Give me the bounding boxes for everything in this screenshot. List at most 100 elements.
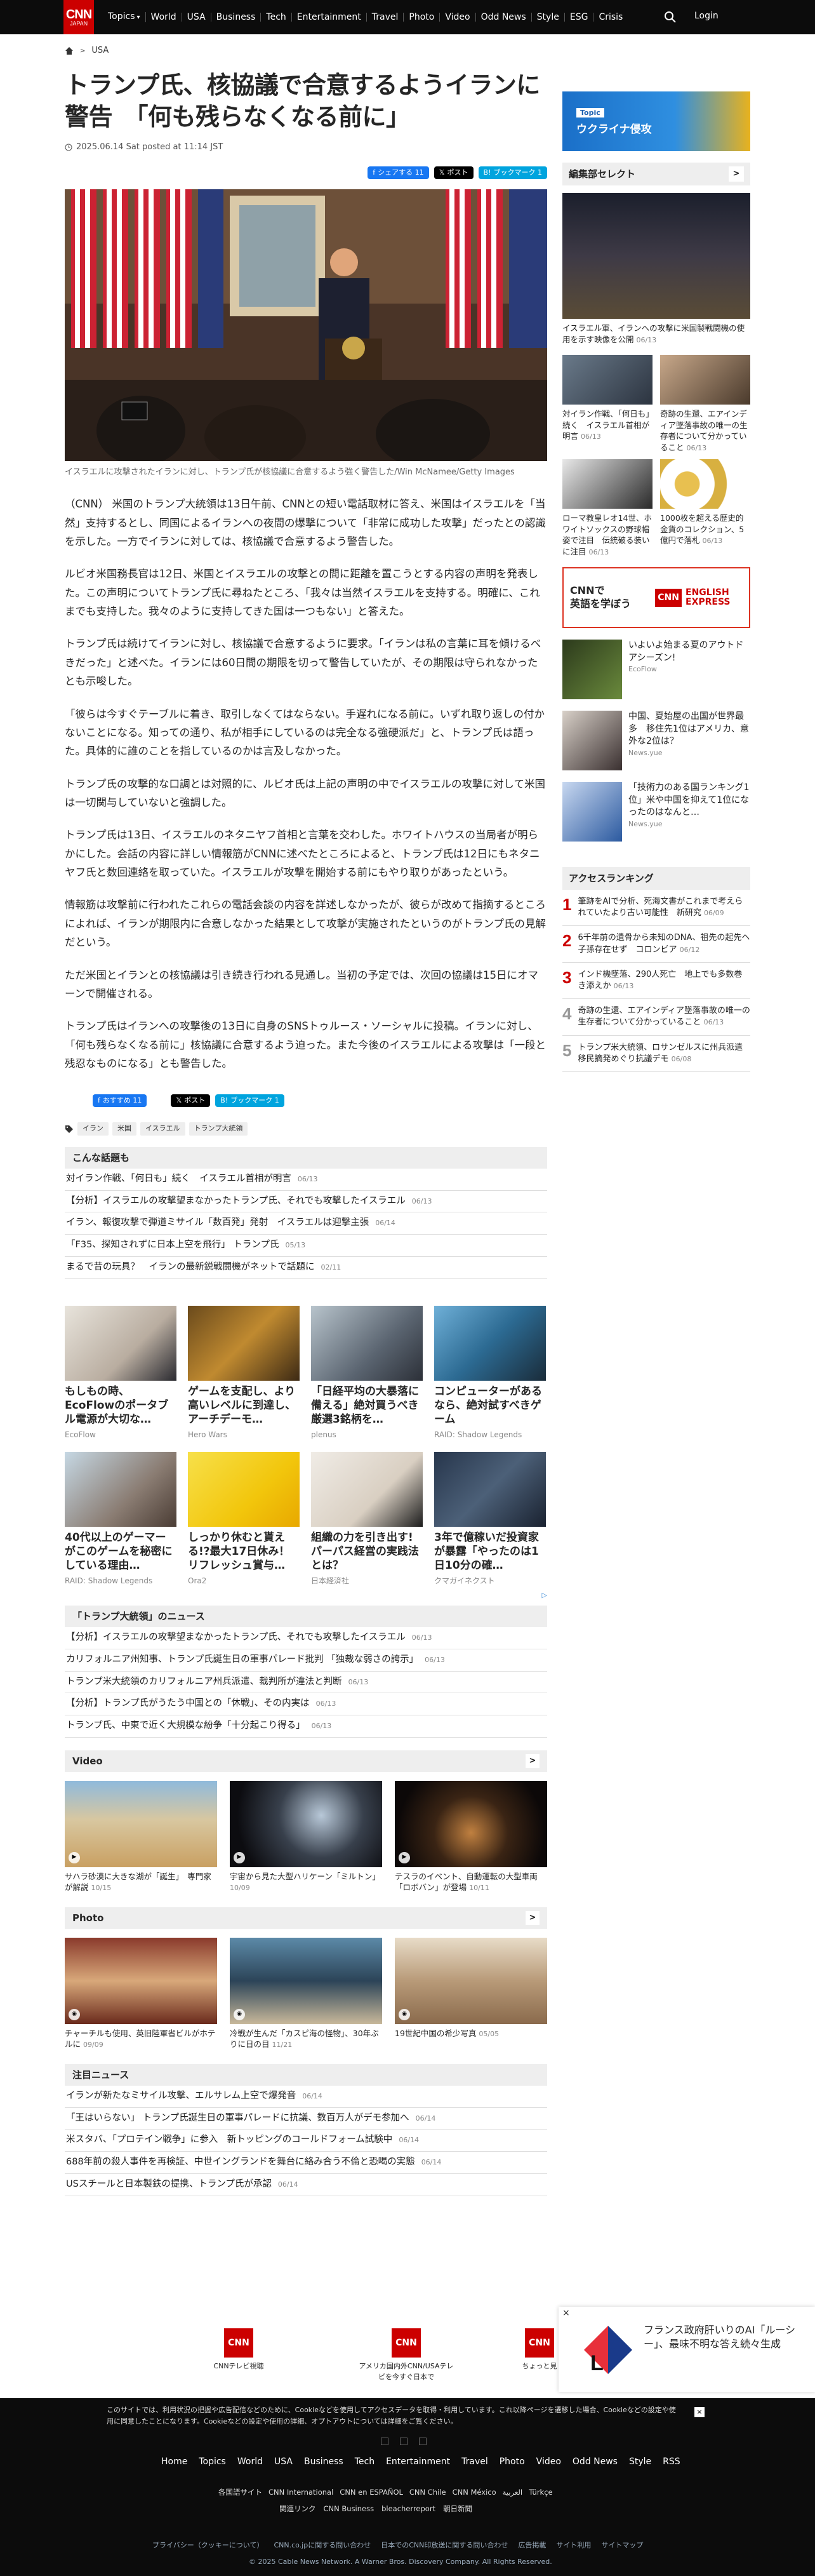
footer-link[interactable]: サイトマップ	[601, 2540, 643, 2551]
close-cookie-icon[interactable]: ×	[694, 2407, 705, 2417]
footer-link[interactable]: العربية	[503, 2487, 522, 2498]
adchoices-icon[interactable]: ▷	[65, 1590, 547, 1601]
list-item[interactable]: 【分析】トランプ氏がうたう中国との「休戦」、その内実は 06/13	[65, 1693, 547, 1716]
footer-link[interactable]: USA	[274, 2455, 293, 2469]
list-item[interactable]: 対イラン作戦、「何日も」続く イスラエル首相が明言 06/13	[65, 1169, 547, 1191]
breadcrumb-usa[interactable]: USA	[91, 44, 109, 57]
list-item[interactable]: 【分析】イスラエルの攻撃望まなかったトランプ氏、それでも攻撃したイスラエル 06/…	[65, 1191, 547, 1213]
footer-link[interactable]: 広告掲載	[518, 2540, 546, 2551]
list-item[interactable]: イランが新たなミサイル攻撃、エルサレム上空で爆発音 06/14	[65, 2086, 547, 2108]
nav-world[interactable]: World	[146, 13, 182, 22]
footer-link[interactable]: Tech	[355, 2455, 374, 2469]
footer-link[interactable]: Home	[161, 2455, 187, 2469]
video-card[interactable]: ▶ 宇宙から見た大型ハリケーン「ミルトン」 10/09	[230, 1780, 382, 1893]
feature-card[interactable]: 対イラン作戦、「何日も」続く イスラエル首相が明言 06/13	[562, 355, 653, 453]
footer-link[interactable]: bleacherreport	[381, 2504, 435, 2514]
nav-topics[interactable]: Topics ▾	[103, 12, 146, 22]
list-item[interactable]: トランプ氏、中東で近く大規模な紛争「十分起こり得る」 06/13	[65, 1715, 547, 1738]
nav-style[interactable]: Style	[532, 13, 565, 22]
sponsored-item[interactable]: 「技術力のある国ランキング1位」米や中国を抑えて1位になったのはなんと… News…	[562, 782, 750, 842]
nav-video[interactable]: Video	[440, 13, 476, 22]
login-link[interactable]: Login	[694, 10, 719, 23]
chevron-right-icon[interactable]: >	[526, 1754, 540, 1768]
footer-link[interactable]: 朝日新聞	[443, 2504, 472, 2514]
list-item[interactable]: 【分析】イスラエルの攻撃望まなかったトランプ氏、それでも攻撃したイスラエル 06/…	[65, 1627, 547, 1649]
footer-link[interactable]: Photo	[500, 2455, 525, 2469]
footer-link[interactable]: CNN International	[268, 2487, 333, 2498]
editor-feature-main[interactable]: イスラエル軍、イランへの攻撃に米国製戦闘機の使用を示す映像を公開 06/13	[562, 193, 750, 345]
nav-odd-news[interactable]: Odd News	[476, 13, 532, 22]
facebook-share-button[interactable]: f シェアする 11	[368, 166, 429, 179]
video-card[interactable]: ▶ サハラ砂漠に大きな湖が「誕生」 専門家が解説 10/15	[65, 1780, 217, 1893]
facebook-icon[interactable]	[381, 2438, 388, 2445]
footer-link[interactable]: RSS	[663, 2455, 680, 2469]
list-item[interactable]: まるで昔の玩具？ イランの最新鋭戦闘機がネットで話題に 02/11	[65, 1257, 547, 1279]
nav-usa[interactable]: USA	[182, 13, 211, 22]
home-icon[interactable]	[65, 46, 74, 55]
close-ad-icon[interactable]: ×	[562, 2307, 570, 2320]
footer-link[interactable]: CNN México	[453, 2487, 496, 2498]
chevron-right-icon[interactable]: >	[526, 1910, 540, 1925]
nav-business[interactable]: Business	[211, 13, 262, 22]
video-card[interactable]: ▶ テスラのイベント、自動運転の大型車両「ロボバン」が登場 10/11	[395, 1780, 547, 1893]
rss-icon[interactable]	[419, 2438, 427, 2445]
ad-card[interactable]: 組織の力を引き出す! パーパス経営の実践法とは？ 日本経済社	[311, 1451, 423, 1587]
footer-link[interactable]: Türkçe	[529, 2487, 553, 2498]
list-item[interactable]: 「F35、探知されずに日本上空を飛行」 トランプ氏 05/13	[65, 1235, 547, 1257]
x-post-button[interactable]: 𝕏 ポスト	[171, 1094, 211, 1108]
nav-entertainment[interactable]: Entertainment	[292, 13, 367, 22]
app-link-usa[interactable]: CNN アメリカ国内外CNN/USAテレビを今すぐ日本で	[355, 2328, 457, 2382]
ad-card[interactable]: 40代以上のゲーマーがこのゲームを秘密にしている理由… RAID: Shadow …	[65, 1451, 176, 1587]
footer-link[interactable]: Video	[536, 2455, 561, 2469]
nav-travel[interactable]: Travel	[367, 13, 404, 22]
hatena-bookmark-button[interactable]: B! ブックマーク 1	[478, 166, 547, 179]
search-icon[interactable]	[664, 11, 677, 23]
feature-card[interactable]: ローマ教皇レオ14世、ホワイトソックスの野球帽姿で注目 伝統破る装いに注目 06…	[562, 459, 653, 557]
footer-link[interactable]: Business	[304, 2455, 343, 2469]
facebook-recommend-button[interactable]: f おすすめ 11	[93, 1094, 147, 1108]
ad-card[interactable]: ゲームを支配し、より高いレベルに到達し、アーチデーモ… Hero Wars	[188, 1305, 300, 1440]
ad-card[interactable]: 「日経平均の大暴落に備える」絶対買うべき厳選3銘柄を… plenus	[311, 1305, 423, 1440]
hatena-bookmark-button[interactable]: B! ブックマーク 1	[215, 1094, 284, 1108]
tag-iran[interactable]: イラン	[77, 1122, 109, 1136]
ad-card[interactable]: もしもの時、EcoFlowのポータブル電源が大切な… EcoFlow	[65, 1305, 176, 1440]
ranking-item[interactable]: 5 トランプ米大統領、ロサンゼルスに州兵派遣 移民摘発めぐり抗議デモ 06/08	[562, 1036, 751, 1072]
nav-tech[interactable]: Tech	[261, 13, 292, 22]
cnn-logo[interactable]: CNN JAPAN	[63, 0, 94, 34]
chevron-right-icon[interactable]: >	[729, 166, 744, 182]
footer-link[interactable]: CNN Business	[324, 2504, 374, 2514]
cnn-english-express-banner[interactable]: CNNで 英語を学ぼう CNN ENGLISH EXPRESS	[562, 567, 750, 628]
nav-photo[interactable]: Photo	[404, 13, 441, 22]
sponsored-item[interactable]: いよいよ始まる夏のアウトドアシーズン! EcoFlow	[562, 640, 750, 699]
footer-link[interactable]: CNN.co.jpに関する問い合わせ	[274, 2540, 371, 2551]
topic-promo-banner[interactable]: Topic ウクライナ侵攻	[562, 91, 750, 151]
list-item[interactable]: イラン、報復攻撃で弾道ミサイル「数百発」発射 イスラエルは迎撃主張 06/14	[65, 1212, 547, 1235]
footer-link[interactable]: World	[237, 2455, 263, 2469]
footer-link[interactable]: サイト利用	[556, 2540, 591, 2551]
app-link-more[interactable]: CNN ちょっと見	[520, 2328, 559, 2372]
ranking-item[interactable]: 4 奇跡の生還、エアインディア墜落事故の唯一の生存者について分かっていること 06…	[562, 999, 750, 1036]
footer-link[interactable]: Entertainment	[386, 2455, 450, 2469]
list-item[interactable]: トランプ米大統領のカリフォルニア州兵派遣、裁判所が違法と判断 06/13	[65, 1672, 547, 1694]
list-item[interactable]: 米スタバ、「プロテイン戦争」に参入 新トッピングのコールドフォーム試験中 06/1…	[65, 2130, 547, 2152]
footer-link[interactable]: Odd News	[573, 2455, 618, 2469]
ad-card[interactable]: しっかり休むと貰える!?最大17日休み！リフレッシュ賞与… Ora2	[188, 1451, 300, 1587]
feature-card[interactable]: 1000枚を超える歴史的金貨のコレクション、5億円で落札 06/13	[660, 459, 750, 557]
sponsored-item[interactable]: 中国、夏始屋の出国が世界最多 移住先1位はアメリカ、意外な2位は？ News.yu…	[562, 711, 750, 770]
footer-link[interactable]: Topics	[199, 2455, 226, 2469]
footer-link[interactable]: 日本でのCNN印放送に関する問い合わせ	[381, 2540, 508, 2551]
ad-card[interactable]: コンピューターがあるなら、絶対試すべきゲーム RAID: Shadow Legen…	[434, 1305, 546, 1440]
photo-card[interactable]: ◉ 19世紀中国の希少写真 05/05	[395, 1937, 547, 2050]
ranking-item[interactable]: 3 インド機墜落、290人死亡 地上でも多数巻き添えか 06/13	[562, 963, 750, 1000]
list-item[interactable]: 「王はいらない」 トランプ氏誕生日の軍事パレードに抗議、数百万人がデモ参加へ 06…	[65, 2108, 547, 2130]
app-link-tv[interactable]: CNN CNNテレビ視聴	[213, 2328, 264, 2372]
footer-link[interactable]: Travel	[461, 2455, 488, 2469]
tag-usa[interactable]: 米国	[112, 1122, 136, 1136]
tag-trump[interactable]: トランプ大統領	[189, 1122, 248, 1136]
list-item[interactable]: 688年前の殺人事件を再検証、中世イングランドを舞台に絡み合う不倫と恐喝の実態 0…	[65, 2152, 547, 2174]
footer-link[interactable]: CNN en ESPAÑOL	[340, 2487, 403, 2498]
x-icon[interactable]	[400, 2438, 408, 2445]
photo-card[interactable]: ◉ 冷戦が生んだ「カスピ海の怪物」、30年ぶりに日の目 11/21	[230, 1937, 382, 2050]
footer-link[interactable]: CNN Chile	[409, 2487, 446, 2498]
ranking-item[interactable]: 2 6千年前の遺骨から未知のDNA、祖先の起先ヘ子孫存在せず コロンビア 06/1…	[562, 926, 750, 963]
